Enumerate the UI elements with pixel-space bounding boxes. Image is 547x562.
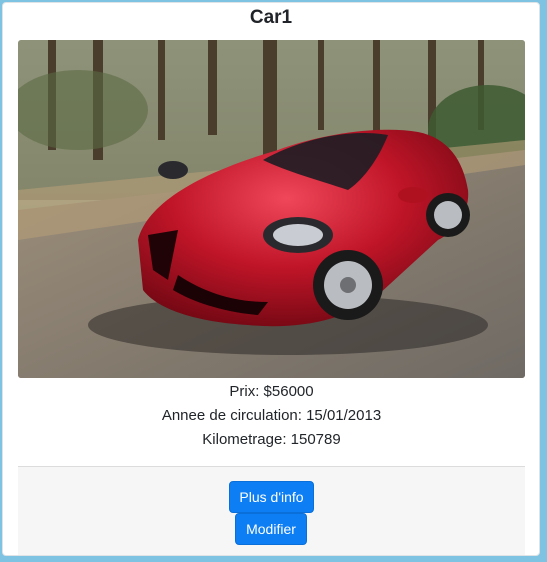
card-footer: Plus d'info Modifier — [18, 466, 525, 555]
card-title: Car1 — [249, 7, 293, 28]
price-text: Prix: $56000 — [229, 383, 314, 400]
more-info-button[interactable]: Plus d'info — [229, 481, 314, 513]
car-specs: Prix: $56000 Annee de circulation: 15/01… — [18, 380, 525, 452]
car-image — [18, 40, 525, 378]
registration-date-text: Annee de circulation: 15/01/2013 — [161, 407, 382, 424]
mileage-text: Kilometrage: 150789 — [202, 431, 341, 448]
car-card: Car1 Prix: $56000 Annee de circulation: … — [2, 2, 540, 556]
edit-button[interactable]: Modifier — [235, 513, 307, 545]
